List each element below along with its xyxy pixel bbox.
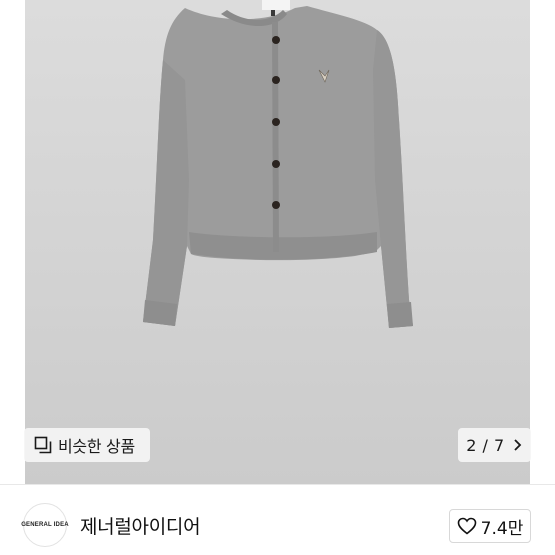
shop-avatar[interactable]: GENERAL IDEA: [21, 503, 69, 547]
shop-info-bar: GENERAL IDEA 제너럴아이디어 7.4만: [0, 484, 555, 555]
shop-name[interactable]: 제너럴아이디어: [80, 512, 201, 539]
like-count: 7.4만: [480, 518, 524, 539]
image-page-counter[interactable]: 2 / 7: [458, 428, 531, 462]
cardigan-product-image[interactable]: [25, 0, 530, 484]
like-button[interactable]: 7.4만: [449, 509, 531, 543]
image-counter-text: 2 / 7: [466, 435, 505, 455]
similar-products-button[interactable]: 비슷한 상품: [24, 428, 150, 462]
heart-icon: [457, 517, 476, 535]
similar-products-icon: [34, 436, 52, 454]
similar-products-label: 비슷한 상품: [58, 437, 135, 456]
chevron-right-icon: [514, 439, 521, 451]
product-image-gallery[interactable]: 비슷한 상품 2 / 7: [0, 0, 555, 484]
shop-logo-text: GENERAL IDEA: [21, 522, 69, 528]
